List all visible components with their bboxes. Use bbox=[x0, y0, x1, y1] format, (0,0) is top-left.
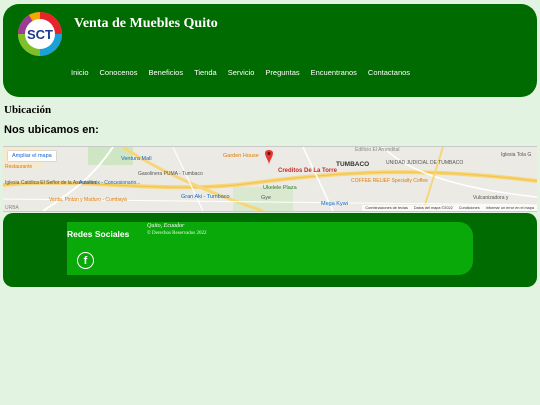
nav-beneficios[interactable]: Beneficios bbox=[148, 68, 183, 77]
place-label: Ukelele Plaza bbox=[263, 185, 297, 191]
terms-link[interactable]: Condiciones bbox=[459, 206, 480, 210]
place-label: Gasolinera PUMA - Tumbaco bbox=[138, 171, 203, 177]
place-label: Restaurante bbox=[5, 164, 33, 170]
place-label: TUMBACO bbox=[336, 161, 370, 168]
logo-text: SCT bbox=[27, 27, 53, 42]
map-data-text: Datos del mapa ©2022 bbox=[413, 206, 453, 210]
report-error-link[interactable]: Informar un error en el mapa bbox=[486, 206, 534, 210]
section-title: Ubicación bbox=[4, 104, 52, 116]
keyboard-shortcuts-link[interactable]: Combinaciones de teclas bbox=[365, 206, 407, 210]
sct-logo[interactable]: SCT bbox=[17, 11, 63, 57]
nav-conocenos[interactable]: Conocenos bbox=[100, 68, 138, 77]
site-footer: Redes Sociales f Quito, Ecuador © Derech… bbox=[3, 213, 537, 287]
main-nav: Inicio Conocenos Beneficios Tienda Servi… bbox=[71, 68, 421, 77]
nav-inicio[interactable]: Inicio bbox=[71, 68, 89, 77]
place-label: COFFEE RELIEF Specialty Coffee bbox=[351, 178, 428, 184]
nav-servicio[interactable]: Servicio bbox=[228, 68, 255, 77]
social-title: Redes Sociales bbox=[67, 229, 130, 239]
nav-preguntas[interactable]: Preguntas bbox=[265, 68, 299, 77]
place-label: Iglesia Tola G bbox=[501, 152, 532, 158]
footer-copyright: © Derechos Reservados 2022 bbox=[147, 231, 207, 236]
place-label: Edificio El Arrendital bbox=[355, 147, 400, 153]
place-label: UNIDAD JUDICIAL DE TUMBACO bbox=[386, 160, 464, 166]
facebook-icon[interactable]: f bbox=[77, 252, 94, 269]
footer-location: Quito, Ecuador bbox=[147, 223, 185, 229]
embedded-map[interactable]: Ampliar el mapa Creditos De La Torre Ven… bbox=[3, 146, 537, 212]
site-title: Venta de Muebles Quito bbox=[74, 16, 218, 31]
place-label: Iglesia Católica El Señor de la Ascensió… bbox=[5, 180, 96, 186]
site-header: SCT Venta de Muebles Quito Inicio Conoce… bbox=[3, 4, 537, 97]
place-label: Venta, Pintan y Maduro - Cumbayá bbox=[49, 197, 127, 203]
map-attribution: Combinaciones de teclas Datos del mapa ©… bbox=[362, 205, 537, 211]
pin-label[interactable]: Creditos De La Torre bbox=[278, 168, 337, 174]
place-label: Vulcanizadora y bbox=[473, 195, 509, 201]
place-label: URBA bbox=[5, 205, 19, 211]
nav-tienda[interactable]: Tienda bbox=[194, 68, 217, 77]
nav-encuentranos[interactable]: Encuentranos bbox=[311, 68, 357, 77]
place-label: Mega Kywi bbox=[321, 201, 348, 207]
place-label: Gye bbox=[261, 195, 272, 201]
facebook-glyph: f bbox=[83, 255, 88, 267]
enlarge-map-link[interactable]: Ampliar el mapa bbox=[8, 151, 56, 161]
footer-panel: Redes Sociales f Quito, Ecuador © Derech… bbox=[67, 222, 473, 275]
place-label: Ventura Mall bbox=[121, 156, 152, 162]
place-label: Garden House bbox=[223, 153, 259, 159]
nav-contactanos[interactable]: Contactanos bbox=[368, 68, 410, 77]
find-us-title: Nos ubicamos en: bbox=[4, 124, 99, 136]
place-label: Gran Aki - Tumbaco bbox=[181, 194, 230, 200]
